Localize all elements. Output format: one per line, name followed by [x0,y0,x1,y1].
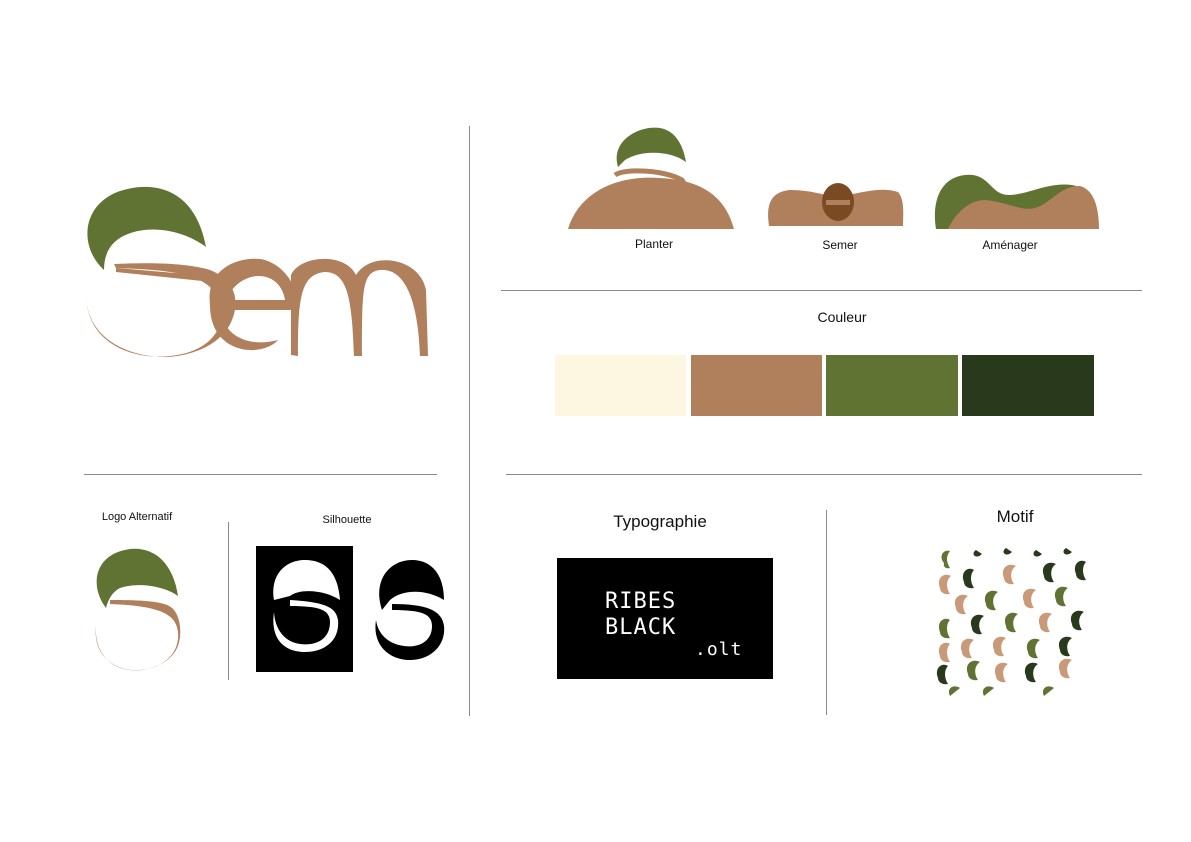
motif-pattern [936,548,1086,696]
silhouette-black [375,560,445,660]
typography-line-1: RIBES [605,589,677,614]
typography-line-2: BLACK [605,615,677,640]
section-title-typographie: Typographie [613,512,707,531]
typography-sample: RIBES BLACK .olt [557,558,773,679]
typography-suffix: .olt [695,639,743,660]
section-title-motif: Motif [996,507,1034,526]
